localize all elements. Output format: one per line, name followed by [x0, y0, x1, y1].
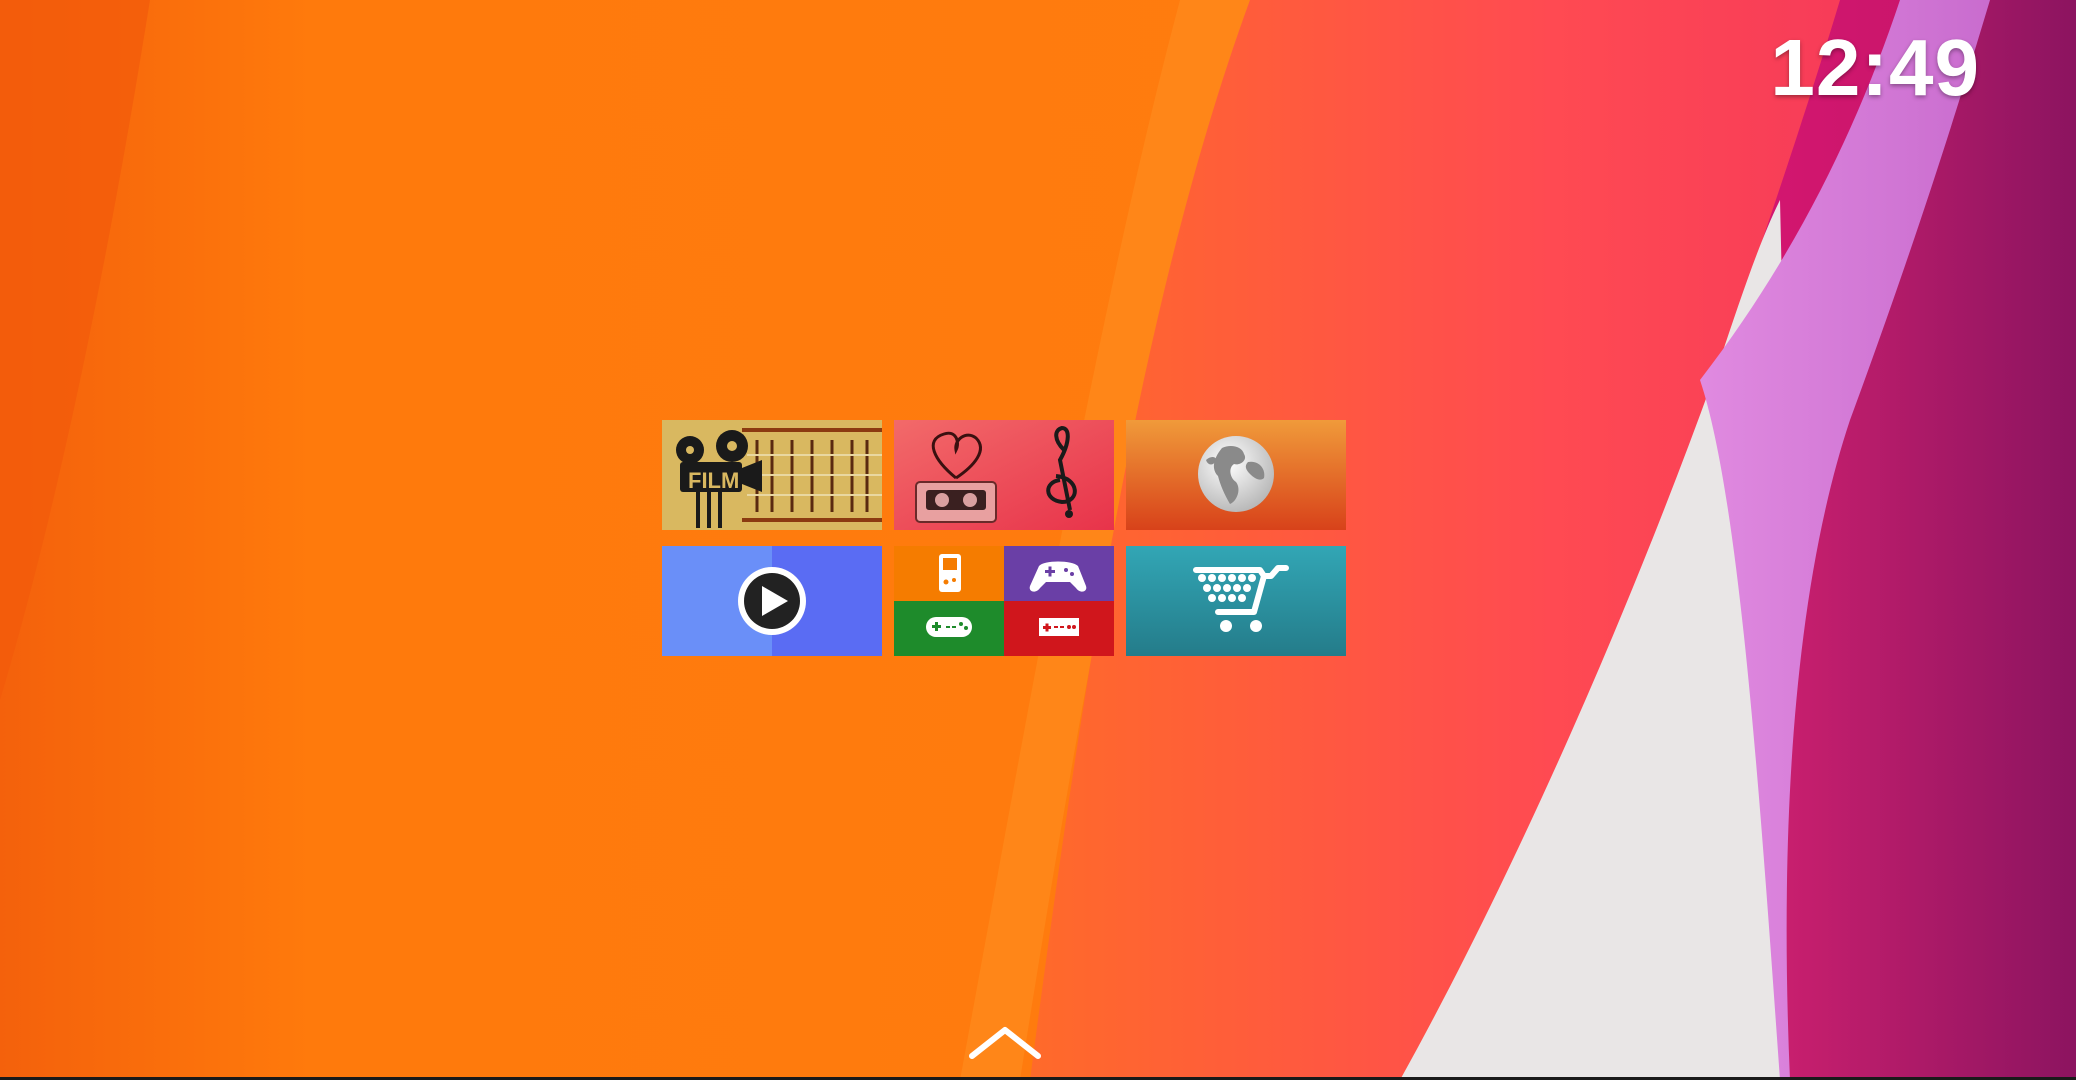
film-label: FILM — [688, 468, 739, 493]
play-icon — [662, 546, 882, 656]
tile-film[interactable]: FILM — [662, 420, 882, 530]
film-camera-icon: FILM — [662, 420, 882, 530]
clock: 12:49 — [1770, 23, 1980, 112]
shopping-cart-icon — [1126, 546, 1346, 656]
tile-games[interactable] — [894, 546, 1114, 656]
app-tile-grid: FILM — [662, 420, 1346, 656]
tile-video[interactable] — [662, 546, 882, 656]
gamepad-icon — [894, 546, 1114, 656]
globe-icon — [1126, 420, 1346, 530]
tile-browser[interactable] — [1126, 420, 1346, 530]
tile-store[interactable] — [1126, 546, 1346, 656]
app-drawer-button[interactable] — [966, 1022, 1044, 1066]
chevron-up-icon — [969, 1027, 1041, 1059]
tile-music[interactable] — [894, 420, 1114, 530]
cassette-heart-icon — [894, 420, 1114, 530]
home-screen: 12:49 FILM — [0, 0, 2076, 1080]
